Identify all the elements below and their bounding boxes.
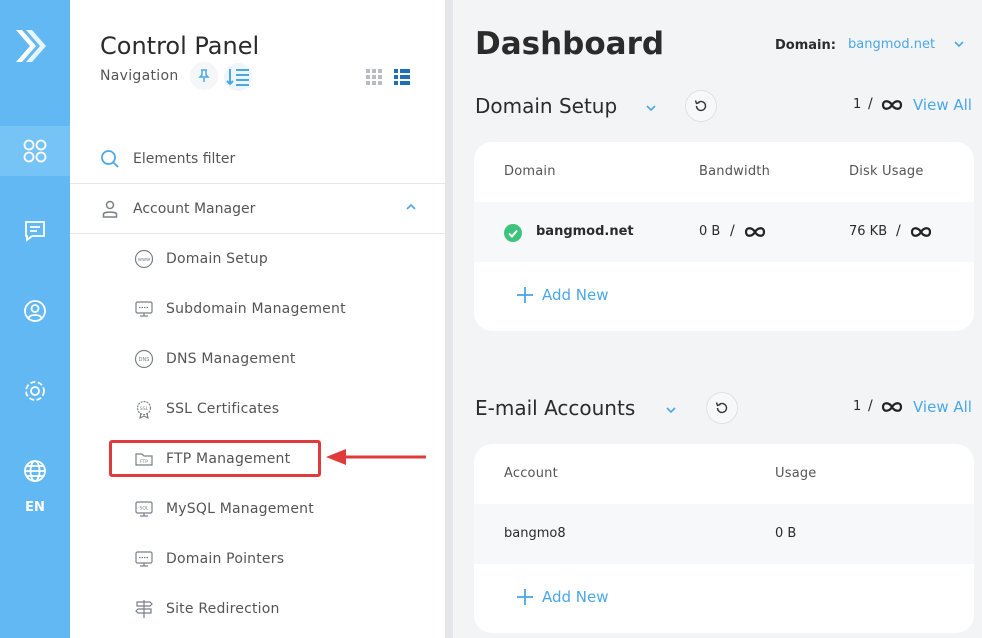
bandwidth-separator: / [730, 223, 735, 239]
chevron-down-icon[interactable] [953, 40, 965, 48]
plus-icon [517, 287, 533, 303]
account-manager-label: Account Manager [133, 200, 256, 217]
globe-icon[interactable] [0, 446, 70, 496]
list-view-icon[interactable] [394, 69, 410, 89]
count-separator: / [868, 96, 873, 112]
menu-item-subdomain-management[interactable]: Subdomain Management [134, 294, 346, 324]
infinity-icon [910, 227, 932, 237]
settings-icon[interactable] [0, 366, 70, 416]
domain-setup-card: Domain Bandwidth Disk Usage bangmod.net … [474, 142, 974, 331]
menu-item-mysql-management[interactable]: SQL MySQL Management [134, 494, 314, 524]
panel-divider[interactable] [445, 0, 453, 638]
table-row[interactable]: bangmod.net 0 B / 76 KB / [474, 202, 974, 262]
subdomain-icon [135, 301, 153, 317]
domain-label: Domain: [775, 38, 836, 53]
column-header: Bandwidth [699, 164, 771, 179]
signpost-icon [135, 600, 153, 618]
disk-usage-cell: 76 KB [849, 224, 888, 239]
add-email-button[interactable]: Add New [516, 588, 609, 606]
refresh-icon [694, 100, 707, 112]
email-accounts-card: Account Usage bangmo8 0 B Add New [474, 444, 974, 633]
chevron-up-icon[interactable] [405, 203, 417, 211]
annotation-arrow [326, 449, 426, 465]
icon-rail: EN [0, 0, 70, 638]
column-header: Usage [775, 466, 817, 481]
ssl-icon: SSL [136, 400, 152, 419]
navigation-subtitle: Navigation [100, 68, 179, 84]
dns-icon: DNS [134, 349, 154, 369]
infinity-icon [881, 402, 903, 412]
menu-item-domain-pointers[interactable]: Domain Pointers [134, 544, 284, 574]
svg-text:SSL: SSL [140, 406, 149, 412]
account-manager-section[interactable]: Account Manager [70, 184, 445, 234]
domain-count: 1 [853, 97, 862, 112]
view-all-link[interactable]: View All [913, 398, 972, 416]
svg-text:SQL: SQL [140, 506, 149, 512]
search-icon [101, 149, 119, 168]
menu-item-domain-setup[interactable]: www Domain Setup [134, 244, 268, 274]
account-cell[interactable]: bangmo8 [504, 526, 566, 541]
language-label[interactable]: EN [0, 500, 70, 515]
domain-cell[interactable]: bangmod.net [536, 224, 634, 239]
add-domain-button[interactable]: Add New [516, 286, 609, 304]
logo-icon[interactable] [10, 24, 50, 68]
bandwidth-cell: 0 B [699, 224, 721, 239]
pointer-icon [135, 551, 153, 567]
chevron-down-icon[interactable] [645, 104, 657, 112]
page-title: Dashboard [475, 26, 665, 62]
sort-list-icon[interactable] [224, 63, 252, 91]
menu-item-dns-management[interactable]: DNS DNS Management [134, 344, 296, 374]
dashboard-main: Dashboard Domain: bangmod.net Domain Set… [453, 0, 982, 638]
user-icon [102, 200, 118, 218]
ftp-highlight-box [109, 440, 321, 477]
menu-item-site-redirection[interactable]: Site Redirection [134, 594, 280, 624]
column-header: Disk Usage [849, 164, 924, 179]
refresh-icon [715, 402, 728, 414]
refresh-button[interactable] [706, 392, 738, 424]
email-accounts-title: E-mail Accounts [475, 396, 636, 420]
elements-filter[interactable]: Elements filter [70, 134, 445, 184]
chevron-down-icon[interactable] [665, 406, 677, 414]
domain-selector[interactable]: bangmod.net [848, 37, 935, 52]
view-all-link[interactable]: View All [913, 96, 972, 114]
menu-item-ssl-certificates[interactable]: SSL SSL Certificates [134, 394, 279, 424]
email-count: 1 [853, 399, 862, 414]
grid-view-icon[interactable] [366, 69, 382, 89]
pin-icon[interactable] [190, 62, 218, 90]
infinity-icon [881, 100, 903, 110]
plus-icon [517, 589, 533, 605]
navigation-panel: Control Panel Navigation Elements filter [70, 0, 445, 638]
count-separator: / [868, 398, 873, 414]
message-icon[interactable] [0, 206, 70, 256]
svg-text:www: www [138, 257, 150, 263]
svg-text:DNS: DNS [139, 357, 150, 363]
table-row[interactable]: bangmo8 0 B [474, 504, 974, 564]
panel-title: Control Panel [100, 32, 260, 60]
usage-cell: 0 B [775, 526, 797, 541]
www-icon: www [134, 249, 154, 269]
domain-setup-title: Domain Setup [475, 94, 618, 118]
column-header: Account [504, 466, 558, 481]
filter-label: Elements filter [133, 150, 236, 167]
disk-separator: / [896, 223, 901, 239]
check-circle-icon [504, 224, 522, 242]
apps-icon[interactable] [0, 126, 70, 176]
sql-icon: SQL [135, 501, 153, 517]
column-header: Domain [504, 164, 556, 179]
refresh-button[interactable] [685, 90, 717, 122]
user-circle-icon[interactable] [0, 286, 70, 336]
infinity-icon [744, 227, 766, 237]
